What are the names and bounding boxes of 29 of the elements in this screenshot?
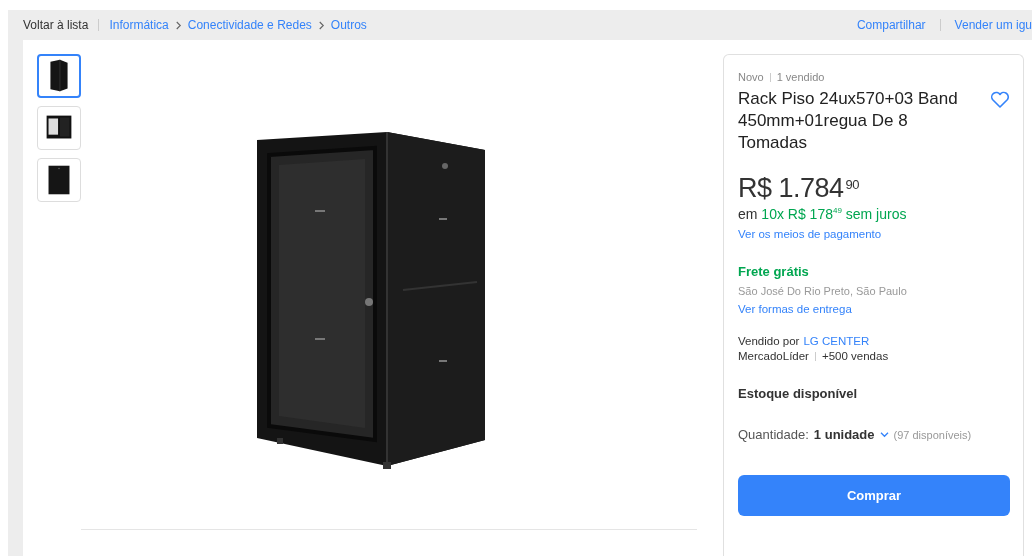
breadcrumb-link[interactable]: Informática (109, 18, 169, 32)
seller-label: Vendido por (738, 335, 800, 348)
action-link[interactable]: Compartilhar (856, 18, 926, 32)
sales-count: +500 vendas (821, 350, 889, 363)
chevron-right-icon (317, 20, 325, 30)
thumbnail[interactable] (37, 54, 81, 98)
location-text: São José Do Rio Preto, São Paulo (738, 285, 908, 298)
chevron-down-icon (879, 431, 889, 439)
buy-button[interactable]: Comprar (738, 475, 1010, 517)
payment-link[interactable]: Ver os meios de pagamento (738, 228, 1010, 241)
chevron-right-icon (174, 20, 182, 30)
back-link[interactable]: Voltar à lista (23, 18, 89, 32)
price: R$ 1.784$^{90}$ (738, 173, 861, 205)
available-count: (97 disponíveis) (893, 428, 972, 441)
quantity-label: Quantidade: (738, 427, 809, 443)
seller-link[interactable]: LG CENTER (803, 335, 870, 348)
free-shipping-text: Frete grátis (738, 264, 810, 280)
delivery-link[interactable]: Ver formas de entrega (738, 303, 1010, 316)
breadcrumb-link[interactable]: Conectividade e Redes (187, 18, 312, 32)
seller-level-text: MercadoLíder (738, 350, 809, 363)
breadcrumb-link[interactable]: Outros (330, 18, 367, 32)
heart-icon[interactable] (990, 90, 1010, 110)
action-link[interactable]: Vender um igu (954, 18, 1032, 32)
condition-text: Novo (738, 71, 764, 83)
installments-text: em 10x R$ 178$^{49}$ sem juros (738, 206, 908, 223)
sold-count: 1 vendido (776, 71, 825, 83)
stock-text: Estoque disponível (738, 386, 859, 402)
product-title: Rack Piso 24ux570+03 Band 450mm+01regua De 8 Tomadas (738, 88, 959, 155)
quantity-selector[interactable]: 1 unidade (813, 427, 889, 443)
